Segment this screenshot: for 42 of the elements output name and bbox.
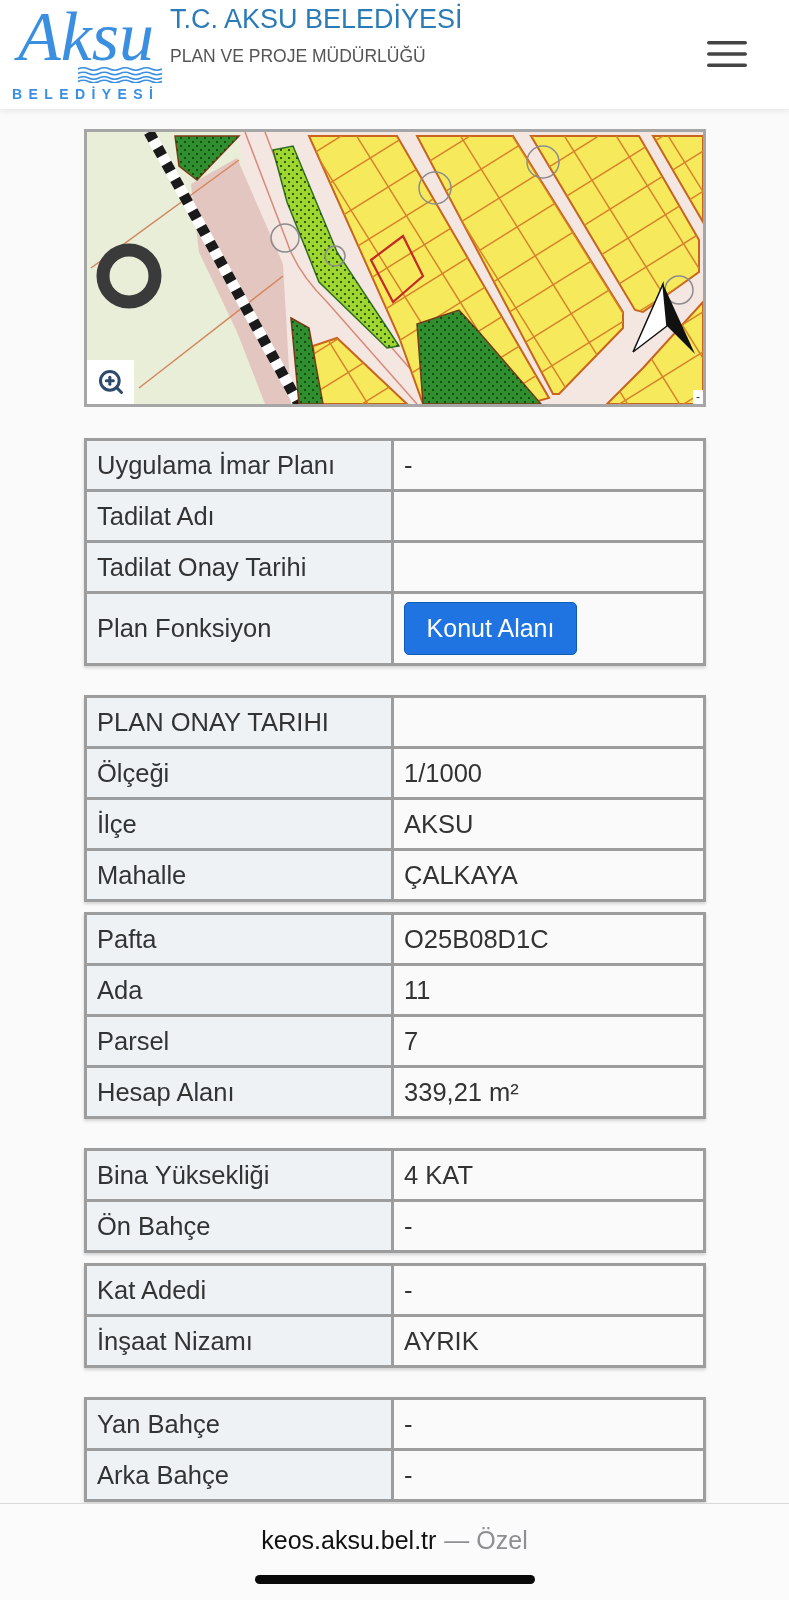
field-label-cell: Ada bbox=[85, 964, 393, 1016]
plan-function-button[interactable]: Konut Alanı bbox=[404, 602, 577, 655]
field-value-cell: - bbox=[392, 1398, 705, 1450]
field-value-cell: 1/1000 bbox=[392, 747, 705, 799]
field-value-cell: AYRIK bbox=[392, 1315, 705, 1367]
field-value-cell: - bbox=[392, 1264, 705, 1316]
waves-icon bbox=[78, 67, 162, 83]
field-value-cell: ÇALKAYA bbox=[392, 849, 705, 901]
field-label-cell: PLAN ONAY TARIHI bbox=[85, 696, 393, 748]
field-value-cell: 7 bbox=[392, 1015, 705, 1067]
field-value-cell: AKSU bbox=[392, 798, 705, 850]
field-label-cell: Parsel bbox=[85, 1015, 393, 1067]
field-label-cell: Tadilat Adı bbox=[85, 490, 393, 542]
field-label-cell: Mahalle bbox=[85, 849, 393, 901]
field-label-cell: Plan Fonksiyon bbox=[85, 592, 393, 665]
address-text[interactable]: keos.aksu.bel.tr bbox=[261, 1525, 437, 1555]
field-label-cell: Uygulama İmar Planı bbox=[85, 439, 393, 491]
field-value-cell: - bbox=[392, 439, 705, 491]
zoom-in-icon bbox=[96, 368, 125, 396]
field-label-cell: Pafta bbox=[85, 913, 393, 965]
field-value-cell: - bbox=[392, 1200, 705, 1252]
field-label-cell: Bina Yüksekliği bbox=[85, 1149, 393, 1201]
field-value-cell: O25B08D1C bbox=[392, 913, 705, 965]
field-value-cell: - bbox=[392, 1449, 705, 1501]
logo-tagline: BELEDİYESİ bbox=[12, 87, 160, 101]
map-attribution-text: - bbox=[693, 390, 703, 404]
zoom-button[interactable] bbox=[87, 360, 134, 404]
field-label-cell: Ölçeği bbox=[85, 747, 393, 799]
field-label-cell: Tadilat Onay Tarihi bbox=[85, 541, 393, 593]
field-value-cell: 4 KAT bbox=[392, 1149, 705, 1201]
field-label-cell: Arka Bahçe bbox=[85, 1449, 393, 1501]
field-label-cell: İlçe bbox=[85, 798, 393, 850]
field-label-cell: Yan Bahçe bbox=[85, 1398, 393, 1450]
field-label-cell: Ön Bahçe bbox=[85, 1200, 393, 1252]
field-label-cell: Kat Adedi bbox=[85, 1264, 393, 1316]
menu-button[interactable] bbox=[707, 41, 747, 67]
field-label-cell: Hesap Alanı bbox=[85, 1066, 393, 1118]
browsing-mode-text: — Özel bbox=[444, 1525, 528, 1555]
field-label-cell: İnşaat Nizamı bbox=[85, 1315, 393, 1367]
field-value-cell: 11 bbox=[392, 964, 705, 1016]
menu-icon bbox=[707, 41, 747, 67]
field-value-cell: 339,21 m² bbox=[392, 1066, 705, 1118]
